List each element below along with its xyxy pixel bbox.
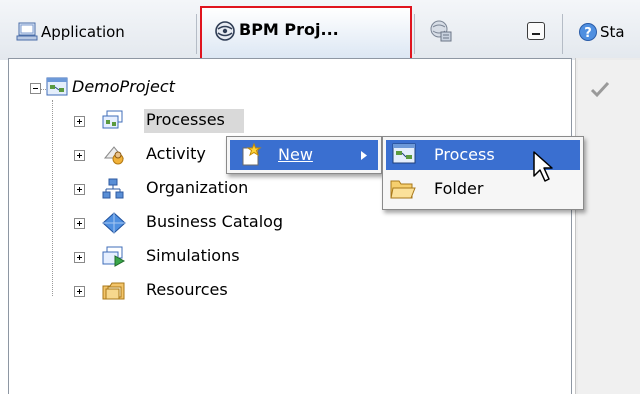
tab-divider <box>562 14 563 54</box>
menu-item-label: Process <box>434 145 495 164</box>
expand-toggle[interactable] <box>74 184 85 195</box>
tab-navigator[interactable] <box>424 16 460 48</box>
tab-label: Application <box>41 23 125 41</box>
organization-icon <box>102 178 124 199</box>
tree-label: Simulations <box>146 246 240 265</box>
process-icon <box>392 143 416 164</box>
tab-status[interactable]: ? Sta <box>566 18 640 48</box>
tree-item-activity[interactable]: Activity <box>40 143 240 167</box>
tree-label: DemoProject <box>72 77 175 96</box>
tab-bpm-project[interactable]: BPM Proj... <box>200 6 412 64</box>
expand-toggle[interactable] <box>74 286 85 297</box>
tab-label: BPM Proj... <box>239 20 339 39</box>
tab-divider <box>414 14 415 54</box>
tree-item-processes[interactable]: Processes <box>40 109 250 133</box>
tab-divider <box>196 14 197 54</box>
activity-icon <box>103 146 125 165</box>
menu-item-new[interactable]: New <box>230 140 378 170</box>
new-icon <box>242 143 262 166</box>
tab-application[interactable]: Application <box>14 18 194 48</box>
submenu-arrow-icon <box>361 151 367 160</box>
minimize-icon <box>532 33 540 35</box>
resources-icon <box>102 282 125 300</box>
minimize-button[interactable] <box>527 22 545 40</box>
navigator-icon <box>430 20 452 42</box>
tree-root-demoproject[interactable]: DemoProject <box>20 76 240 100</box>
folder-icon <box>390 180 416 199</box>
project-icon <box>46 77 68 96</box>
menu-item-label: New <box>278 145 313 164</box>
tree-item-resources[interactable]: Resources <box>40 279 300 303</box>
expand-toggle[interactable] <box>74 252 85 263</box>
simulations-icon <box>102 246 126 267</box>
checkmark-icon <box>590 81 610 98</box>
expand-toggle[interactable] <box>74 218 85 229</box>
business-catalog-icon <box>102 212 126 234</box>
expand-toggle[interactable] <box>74 150 85 161</box>
tab-label: Sta <box>600 23 625 41</box>
expand-toggle[interactable] <box>74 116 85 127</box>
tree-item-simulations[interactable]: Simulations <box>40 245 300 269</box>
bpm-project-icon <box>215 21 235 41</box>
tree-item-business-catalog[interactable]: Business Catalog <box>40 211 340 235</box>
application-icon <box>16 22 38 41</box>
tree-label: Business Catalog <box>146 212 284 231</box>
tree-item-organization[interactable]: Organization <box>40 177 280 201</box>
collapse-toggle[interactable] <box>30 83 41 94</box>
tree-label: Activity <box>146 144 206 163</box>
menu-item-label: Folder <box>434 179 484 198</box>
tree-label: Processes <box>146 110 225 129</box>
help-icon: ? <box>579 23 597 41</box>
tree-label: Organization <box>146 178 249 197</box>
mouse-cursor-icon <box>533 151 553 182</box>
processes-icon <box>102 110 123 129</box>
svg-text:?: ? <box>584 26 592 41</box>
tree-label: Resources <box>146 280 228 299</box>
status-panel-body <box>578 60 640 394</box>
